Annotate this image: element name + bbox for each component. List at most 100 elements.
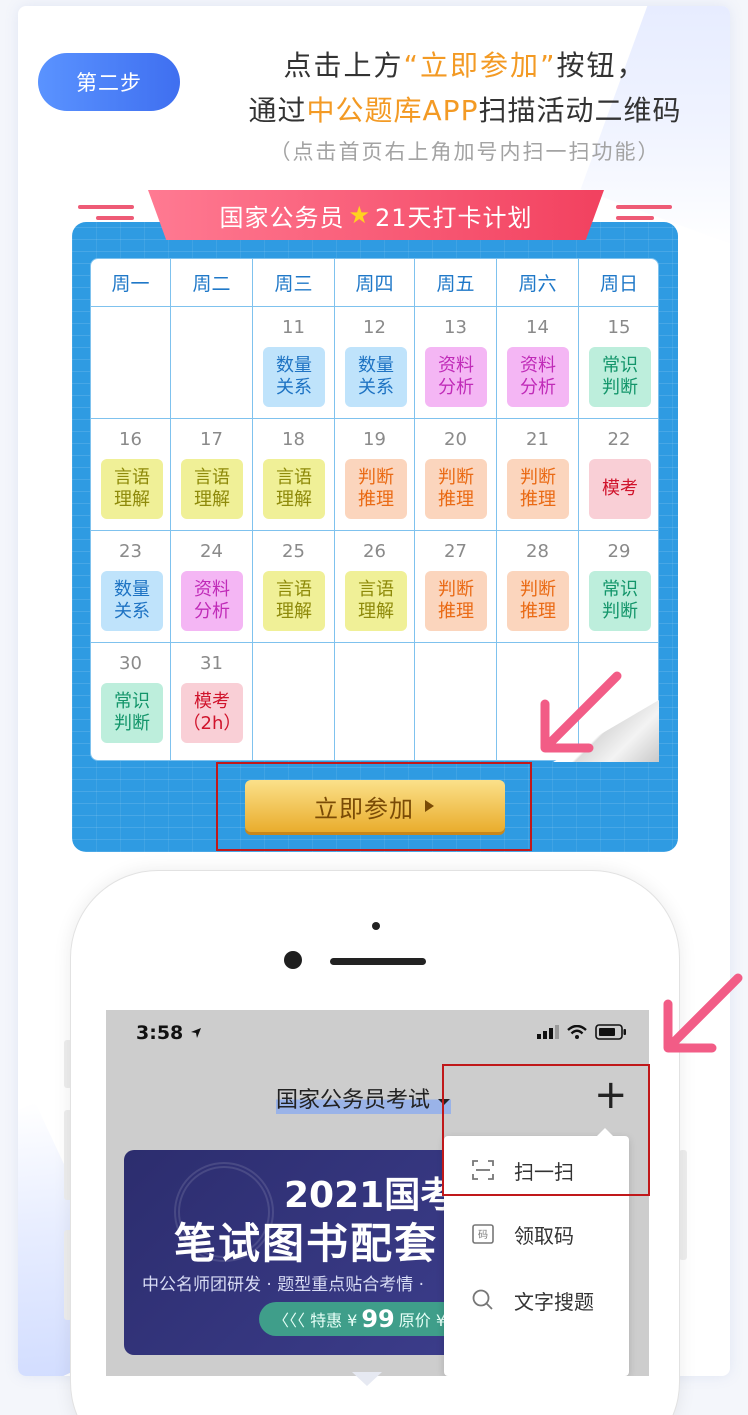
subject-tag-line: 推理 xyxy=(438,489,474,510)
day-number: 15 xyxy=(607,317,631,338)
subject-tag-line: 判断 xyxy=(358,467,394,488)
bottom-notch xyxy=(352,1372,382,1386)
day-number: 31 xyxy=(200,653,223,674)
calendar-cell: 20 判断 推理 xyxy=(415,419,497,531)
calendar-cell: 21 判断 推理 xyxy=(497,419,579,531)
subject-tag: 资料 分析 xyxy=(181,571,243,631)
subject-tag: 模考 xyxy=(589,459,651,519)
subject-tag-line: 关系 xyxy=(276,377,312,398)
subject-tag-line: 资料 xyxy=(194,579,230,600)
subject-tag: 数量 关系 xyxy=(263,347,325,407)
step-badge: 第二步 xyxy=(38,53,180,111)
page: 第二步 点击上方“立即参加”按钮， 通过中公题库APP扫描活动二维码 （点击首页… xyxy=(0,0,748,1415)
location-arrow-icon xyxy=(190,1028,201,1038)
subject-tag: 数量 关系 xyxy=(101,571,163,631)
subject-tag: 判断 推理 xyxy=(425,459,487,519)
calendar-cell: 14 资料 分析 xyxy=(497,307,579,419)
banner-line xyxy=(78,205,134,209)
menu-item-text-search[interactable]: 文字搜题 xyxy=(444,1270,629,1330)
calendar-cell: 30 常识 判断 xyxy=(91,643,171,760)
subject-tag-line: 常识 xyxy=(602,579,638,600)
weekday-header: 周四 xyxy=(335,259,415,307)
banner-line xyxy=(96,216,134,220)
code-icon: 码 xyxy=(470,1221,496,1247)
subject-tag-line: 推理 xyxy=(358,489,394,510)
weekday-header: 周二 xyxy=(171,259,253,307)
subject-tag-line: 判断 xyxy=(602,377,638,398)
calendar-cell: 24 资料 分析 xyxy=(171,531,253,643)
day-number: 16 xyxy=(119,429,142,450)
instruction-line-2: 通过中公题库APP扫描活动二维码 xyxy=(248,94,682,127)
banner-line xyxy=(616,205,672,209)
status-icons xyxy=(537,1024,627,1040)
signal-icon xyxy=(537,1025,559,1039)
subject-tag-line: 言语 xyxy=(276,467,312,488)
subject-tag-line: 关系 xyxy=(114,601,150,622)
subject-tag-line: 数量 xyxy=(114,579,150,600)
calendar-title-banner: 国家公务员 ★ 21天打卡计划 xyxy=(148,190,604,240)
calendar-cell: 27 判断 推理 xyxy=(415,531,497,643)
subject-tag-line: 言语 xyxy=(194,467,230,488)
calendar-cell: 11 数量 关系 xyxy=(253,307,335,419)
subject-tag-line: 理解 xyxy=(276,601,312,622)
calendar-cell: 31 模考 （2h） xyxy=(171,643,253,760)
subject-tag: 常识 判断 xyxy=(589,347,651,407)
subject-tag-line: 资料 xyxy=(520,355,556,376)
day-number: 26 xyxy=(363,541,386,562)
subject-tag: 言语 理解 xyxy=(345,571,407,631)
phone-side-button xyxy=(679,1150,687,1260)
subject-tag: 判断 推理 xyxy=(507,459,569,519)
pink-arrow-icon xyxy=(540,671,622,753)
calendar-cell: 12 数量 关系 xyxy=(335,307,415,419)
highlight-box-scan xyxy=(442,1064,650,1196)
day-number: 11 xyxy=(282,317,305,338)
subject-tag-line: 判断 xyxy=(438,579,474,600)
day-number: 25 xyxy=(282,541,305,562)
ad-subtitle: 中公名师团研发 · 题型重点贴合考情 · xyxy=(142,1275,425,1295)
subject-tag-line: 判断 xyxy=(520,467,556,488)
subject-tag-line: 言语 xyxy=(276,579,312,600)
menu-item-code[interactable]: 码 领取码 xyxy=(444,1204,629,1264)
subject-tag-line: 理解 xyxy=(276,489,312,510)
battery-icon xyxy=(595,1024,626,1040)
subject-tag-line: 理解 xyxy=(194,489,230,510)
calendar-cell: 16 言语 理解 xyxy=(91,419,171,531)
weekday-header: 周五 xyxy=(415,259,497,307)
wifi-icon xyxy=(567,1025,587,1039)
calendar-cell: 13 资料 分析 xyxy=(415,307,497,419)
exam-selector[interactable]: 国家公务员考试 xyxy=(276,1082,452,1114)
calendar-cell xyxy=(415,643,497,760)
ad-headline: 笔试图书配套 xyxy=(174,1219,439,1268)
subject-tag-line: 模考 xyxy=(602,478,638,499)
calendar-cell: 26 言语 理解 xyxy=(335,531,415,643)
subject-tag: 数量 关系 xyxy=(345,347,407,407)
status-time: 3:58 xyxy=(136,1022,202,1044)
subject-tag-line: 言语 xyxy=(114,467,150,488)
calendar-cell: 29 常识 判断 xyxy=(579,531,658,643)
day-number: 21 xyxy=(526,429,549,450)
day-number: 30 xyxy=(119,653,142,674)
calendar-cell: 28 判断 推理 xyxy=(497,531,579,643)
day-number: 13 xyxy=(444,317,467,338)
subject-tag-line: 言语 xyxy=(358,579,394,600)
phone-speaker xyxy=(330,958,426,965)
svg-text:码: 码 xyxy=(478,1229,488,1241)
day-number: 12 xyxy=(363,317,386,338)
subject-tag-line: 常识 xyxy=(602,355,638,376)
subject-tag-line: 资料 xyxy=(438,355,474,376)
subject-tag-line: 推理 xyxy=(520,601,556,622)
weekday-header: 周一 xyxy=(91,259,171,307)
instruction-line-1: 点击上方“立即参加”按钮， xyxy=(283,49,647,82)
day-number: 20 xyxy=(444,429,467,450)
calendar-cell: 22 模考 xyxy=(579,419,658,531)
search-icon xyxy=(470,1287,496,1313)
subject-tag-line: 推理 xyxy=(520,489,556,510)
subject-tag: 常识 判断 xyxy=(589,571,651,631)
highlight-box-join xyxy=(216,762,532,851)
day-number: 29 xyxy=(607,541,631,562)
subject-tag-line: 数量 xyxy=(276,355,312,376)
subject-tag-line: 判断 xyxy=(602,601,638,622)
subject-tag-line: 理解 xyxy=(114,489,150,510)
pink-arrow-icon xyxy=(663,973,743,1053)
weekday-header: 周日 xyxy=(579,259,658,307)
